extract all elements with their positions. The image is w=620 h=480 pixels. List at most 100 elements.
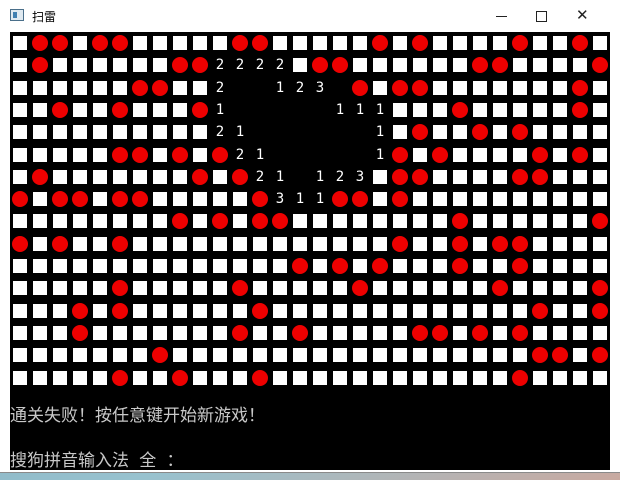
hidden-cell[interactable]: [130, 345, 150, 365]
hidden-cell[interactable]: [470, 278, 490, 298]
hidden-cell[interactable]: [410, 211, 430, 231]
hidden-cell[interactable]: [130, 55, 150, 75]
hidden-cell[interactable]: [430, 100, 450, 120]
hidden-cell[interactable]: [30, 345, 50, 365]
hidden-cell[interactable]: [70, 145, 90, 165]
hidden-cell[interactable]: [310, 278, 330, 298]
hidden-cell[interactable]: [370, 55, 390, 75]
hidden-cell[interactable]: [170, 256, 190, 276]
hidden-cell[interactable]: [150, 234, 170, 254]
hidden-cell[interactable]: [490, 323, 510, 343]
hidden-cell[interactable]: [570, 189, 590, 209]
hidden-cell[interactable]: [550, 323, 570, 343]
hidden-cell[interactable]: [30, 78, 50, 98]
hidden-cell[interactable]: [350, 323, 370, 343]
hidden-cell[interactable]: [170, 167, 190, 187]
hidden-cell[interactable]: [490, 167, 510, 187]
hidden-cell[interactable]: [90, 100, 110, 120]
hidden-cell[interactable]: [130, 211, 150, 231]
hidden-cell[interactable]: [350, 234, 370, 254]
hidden-cell[interactable]: [210, 256, 230, 276]
hidden-cell[interactable]: [50, 145, 70, 165]
hidden-cell[interactable]: [130, 256, 150, 276]
hidden-cell[interactable]: [90, 323, 110, 343]
hidden-cell[interactable]: [430, 345, 450, 365]
hidden-cell[interactable]: [410, 145, 430, 165]
hidden-cell[interactable]: [430, 189, 450, 209]
hidden-cell[interactable]: [190, 211, 210, 231]
hidden-cell[interactable]: [90, 78, 110, 98]
hidden-cell[interactable]: [130, 234, 150, 254]
hidden-cell[interactable]: [90, 145, 110, 165]
hidden-cell[interactable]: [370, 167, 390, 187]
hidden-cell[interactable]: [590, 234, 610, 254]
close-button[interactable]: ✕: [562, 0, 608, 32]
hidden-cell[interactable]: [90, 167, 110, 187]
hidden-cell[interactable]: [170, 345, 190, 365]
hidden-cell[interactable]: [410, 256, 430, 276]
hidden-cell[interactable]: [310, 345, 330, 365]
hidden-cell[interactable]: [490, 145, 510, 165]
hidden-cell[interactable]: [470, 368, 490, 388]
hidden-cell[interactable]: [470, 234, 490, 254]
hidden-cell[interactable]: [230, 345, 250, 365]
hidden-cell[interactable]: [390, 33, 410, 53]
hidden-cell[interactable]: [130, 33, 150, 53]
hidden-cell[interactable]: [110, 345, 130, 365]
hidden-cell[interactable]: [370, 301, 390, 321]
hidden-cell[interactable]: [550, 256, 570, 276]
hidden-cell[interactable]: [270, 345, 290, 365]
hidden-cell[interactable]: [250, 256, 270, 276]
hidden-cell[interactable]: [450, 55, 470, 75]
hidden-cell[interactable]: [190, 256, 210, 276]
hidden-cell[interactable]: [590, 122, 610, 142]
hidden-cell[interactable]: [310, 234, 330, 254]
hidden-cell[interactable]: [270, 368, 290, 388]
hidden-cell[interactable]: [510, 145, 530, 165]
hidden-cell[interactable]: [290, 301, 310, 321]
hidden-cell[interactable]: [190, 368, 210, 388]
hidden-cell[interactable]: [450, 145, 470, 165]
hidden-cell[interactable]: [390, 256, 410, 276]
hidden-cell[interactable]: [550, 100, 570, 120]
hidden-cell[interactable]: [150, 323, 170, 343]
hidden-cell[interactable]: [430, 368, 450, 388]
maximize-button[interactable]: [520, 0, 566, 32]
hidden-cell[interactable]: [150, 368, 170, 388]
hidden-cell[interactable]: [450, 301, 470, 321]
hidden-cell[interactable]: [570, 211, 590, 231]
hidden-cell[interactable]: [50, 167, 70, 187]
hidden-cell[interactable]: [270, 256, 290, 276]
hidden-cell[interactable]: [390, 345, 410, 365]
hidden-cell[interactable]: [350, 211, 370, 231]
hidden-cell[interactable]: [150, 301, 170, 321]
hidden-cell[interactable]: [310, 33, 330, 53]
hidden-cell[interactable]: [190, 323, 210, 343]
hidden-cell[interactable]: [390, 122, 410, 142]
hidden-cell[interactable]: [470, 100, 490, 120]
hidden-cell[interactable]: [210, 278, 230, 298]
hidden-cell[interactable]: [190, 301, 210, 321]
hidden-cell[interactable]: [170, 301, 190, 321]
hidden-cell[interactable]: [350, 256, 370, 276]
hidden-cell[interactable]: [170, 323, 190, 343]
hidden-cell[interactable]: [10, 211, 30, 231]
hidden-cell[interactable]: [130, 278, 150, 298]
hidden-cell[interactable]: [570, 301, 590, 321]
hidden-cell[interactable]: [190, 345, 210, 365]
hidden-cell[interactable]: [190, 33, 210, 53]
hidden-cell[interactable]: [510, 345, 530, 365]
hidden-cell[interactable]: [530, 55, 550, 75]
hidden-cell[interactable]: [290, 278, 310, 298]
hidden-cell[interactable]: [210, 189, 230, 209]
hidden-cell[interactable]: [50, 278, 70, 298]
hidden-cell[interactable]: [50, 301, 70, 321]
hidden-cell[interactable]: [250, 345, 270, 365]
hidden-cell[interactable]: [470, 189, 490, 209]
hidden-cell[interactable]: [10, 78, 30, 98]
hidden-cell[interactable]: [50, 55, 70, 75]
hidden-cell[interactable]: [430, 278, 450, 298]
hidden-cell[interactable]: [10, 323, 30, 343]
hidden-cell[interactable]: [70, 345, 90, 365]
hidden-cell[interactable]: [210, 368, 230, 388]
